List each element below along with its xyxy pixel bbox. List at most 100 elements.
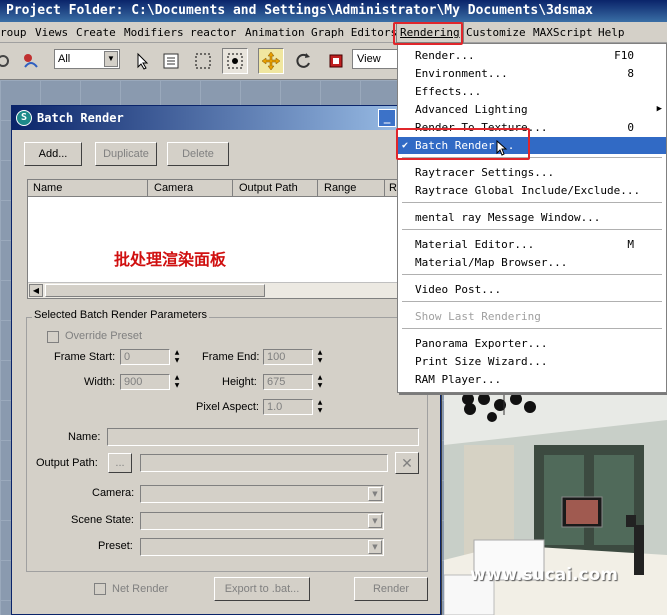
menu-item-shortcut: M [627, 238, 634, 251]
parameters-group-title: Selected Batch Render Parameters [32, 309, 210, 321]
menu-create[interactable]: Create [76, 26, 116, 39]
browse-output-button[interactable]: ... [108, 453, 132, 473]
column-name[interactable]: Name [28, 180, 148, 197]
frame-end-field[interactable]: 100 [263, 349, 313, 365]
menu-item-raytracer-settings[interactable]: Raytracer Settings... [398, 164, 666, 181]
menu-item-ram-player[interactable]: RAM Player... [398, 371, 666, 388]
height-field[interactable]: 675 [263, 374, 313, 390]
menu-customize[interactable]: Customize [466, 26, 526, 39]
preset-dropdown[interactable]: ▼ [140, 538, 384, 556]
max-logo-icon: S [16, 110, 32, 126]
menu-group[interactable]: roup [0, 26, 27, 39]
menu-graph-editors[interactable]: Graph Editors [311, 26, 397, 39]
minimize-icon[interactable]: _ [378, 109, 396, 127]
frame-end-spinner-icon[interactable]: ▲ ▼ [315, 349, 325, 365]
menu-separator [402, 274, 662, 275]
chevron-down-icon: ▼ [368, 514, 382, 528]
bind-spacewarp-icon[interactable] [18, 48, 44, 74]
override-preset-checkbox[interactable] [47, 331, 59, 343]
menu-item-render[interactable]: Render... F10 [398, 47, 666, 64]
menu-animation[interactable]: Animation [245, 26, 305, 39]
menu-item-label: Material/Map Browser... [415, 256, 568, 269]
column-range[interactable]: Range [319, 180, 385, 197]
menu-item-label: Raytrace Global Include/Exclude... [415, 184, 641, 197]
menu-item-video-post[interactable]: Video Post... [398, 281, 666, 298]
frame-start-spinner-icon[interactable]: ▲ ▼ [172, 349, 182, 365]
height-spinner-icon[interactable]: ▲ ▼ [315, 374, 325, 390]
pixel-aspect-field[interactable]: 1.0 [263, 399, 313, 415]
camera-dropdown[interactable]: ▼ [140, 485, 384, 503]
menu-item-label: Material Editor... [415, 238, 535, 251]
unlink-icon[interactable] [0, 48, 16, 74]
dialog-title-bar[interactable]: S Batch Render _ [12, 106, 440, 130]
select-object-icon[interactable] [130, 48, 156, 74]
menu-help[interactable]: Help [598, 26, 625, 39]
rendering-menu-callout [393, 22, 463, 45]
chevron-down-icon: ▼ [368, 540, 382, 554]
net-render-label: Net Render [112, 583, 169, 595]
chevron-down-icon: ▼ [104, 51, 118, 67]
menu-item-environment[interactable]: Environment... 8 [398, 65, 666, 82]
menu-separator [402, 328, 662, 329]
rectangular-selection-icon[interactable] [190, 48, 216, 74]
menu-modifiers[interactable]: Modifiers [124, 26, 184, 39]
render-button[interactable]: Render [354, 577, 428, 601]
select-and-scale-icon[interactable] [323, 48, 349, 74]
menu-item-show-last-rendering[interactable]: Show Last Rendering [398, 308, 666, 325]
menu-views[interactable]: Views [35, 26, 68, 39]
export-bat-button[interactable]: Export to .bat... [214, 577, 310, 601]
select-and-rotate-icon[interactable] [290, 48, 316, 74]
scene-state-label: Scene State: [71, 514, 134, 526]
perspective-viewport-scene: www.sucai.com [444, 385, 667, 615]
menu-item-label: Advanced Lighting [415, 103, 528, 116]
reference-coordinate-dropdown[interactable]: View [352, 49, 398, 69]
name-field[interactable] [107, 428, 419, 446]
menu-item-label: Environment... [415, 67, 508, 80]
submenu-arrow-icon: ▶ [656, 104, 662, 114]
pixel-aspect-spinner-icon[interactable]: ▲ ▼ [315, 399, 325, 415]
menu-item-shortcut: 0 [627, 121, 634, 134]
scene-state-dropdown[interactable]: ▼ [140, 512, 384, 530]
menu-item-label: Print Size Wizard... [415, 355, 548, 368]
column-output-path[interactable]: Output Path [234, 180, 318, 197]
menu-separator [402, 229, 662, 230]
watermark-text: www.sucai.com [470, 565, 619, 585]
menu-item-panorama-exporter[interactable]: Panorama Exporter... [398, 335, 666, 352]
menu-item-effects[interactable]: Effects... [398, 83, 666, 100]
scroll-left-icon[interactable]: ◀ [29, 284, 43, 297]
width-field[interactable]: 900 [120, 374, 170, 390]
batch-render-dialog: S Batch Render _ Add... Duplicate Delete… [11, 105, 441, 615]
menu-item-label: Show Last Rendering [415, 310, 541, 323]
menu-separator [402, 301, 662, 302]
menu-item-print-size-wizard[interactable]: Print Size Wizard... [398, 353, 666, 370]
menu-maxscript[interactable]: MAXScript [533, 26, 593, 39]
menu-item-material-map-browser[interactable]: Material/Map Browser... [398, 254, 666, 271]
output-path-field[interactable] [140, 454, 388, 472]
net-render-checkbox[interactable] [94, 583, 106, 595]
clear-path-icon[interactable]: ✕ [395, 452, 419, 474]
menu-item-advanced-lighting[interactable]: Advanced Lighting ▶ [398, 101, 666, 118]
select-and-move-icon[interactable] [258, 48, 284, 74]
menu-item-raytrace-global[interactable]: Raytrace Global Include/Exclude... [398, 182, 666, 199]
add-button[interactable]: Add... [24, 142, 82, 166]
height-label: Height: [222, 376, 257, 388]
pixel-aspect-label: Pixel Aspect: [196, 401, 259, 413]
menu-item-material-editor[interactable]: Material Editor... M [398, 236, 666, 253]
horizontal-scrollbar[interactable]: ◀ [28, 282, 416, 298]
frame-end-label: Frame End: [202, 351, 260, 363]
column-camera[interactable]: Camera [149, 180, 233, 197]
scrollbar-thumb[interactable] [45, 284, 265, 297]
batch-render-list[interactable]: Name Camera Output Path Range R 批处理渲染面板 … [27, 179, 417, 299]
menu-reactor[interactable]: reactor [190, 26, 236, 39]
duplicate-button[interactable]: Duplicate [95, 142, 157, 166]
menu-item-shortcut: 8 [627, 67, 634, 80]
menu-item-mental-ray-message-window[interactable]: mental ray Message Window... [398, 209, 666, 226]
selection-filter-value: All [58, 53, 71, 65]
select-by-name-icon[interactable] [158, 48, 184, 74]
delete-button[interactable]: Delete [167, 142, 229, 166]
frame-start-field[interactable]: 0 [120, 349, 170, 365]
selection-filter-dropdown[interactable]: All ▼ [54, 49, 120, 69]
window-crossing-icon[interactable] [222, 48, 248, 74]
width-spinner-icon[interactable]: ▲ ▼ [172, 374, 182, 390]
app-title: Project Folder: C:\Documents and Setting… [6, 3, 593, 18]
